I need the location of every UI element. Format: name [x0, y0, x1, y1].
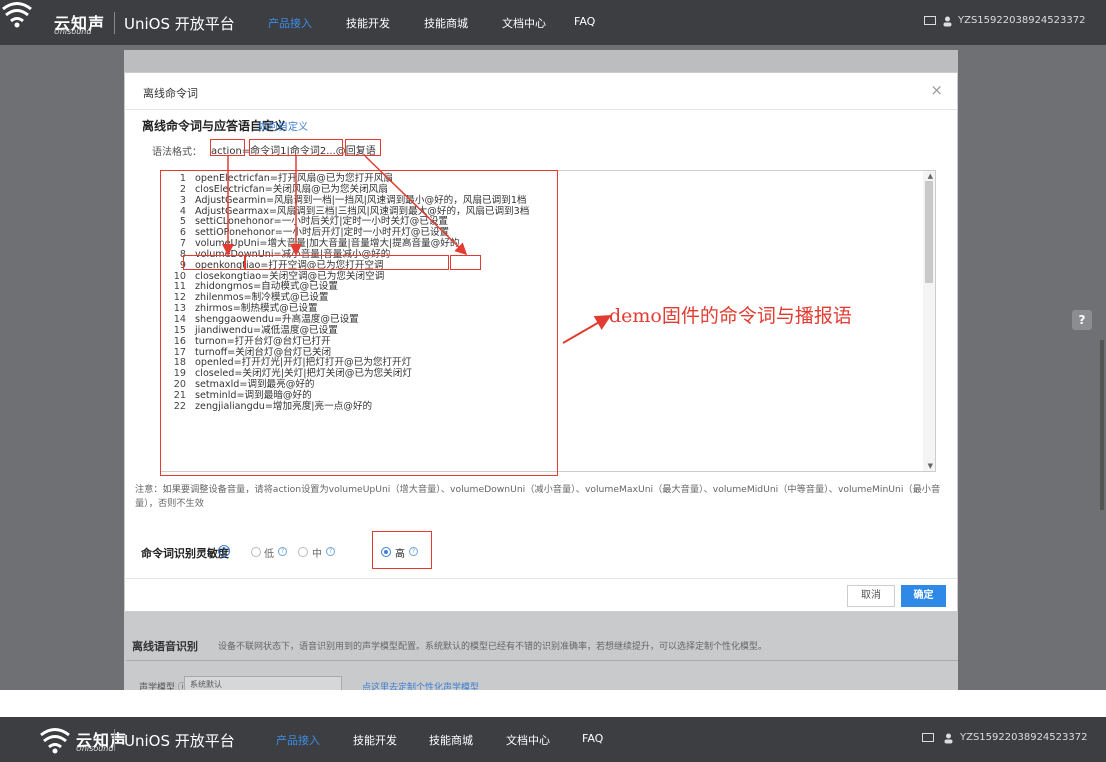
logo-subtext-2: Unisound [76, 744, 114, 753]
nav-item-skill-store-2[interactable]: 技能商城 [429, 732, 473, 748]
nav-item-skill-store[interactable]: 技能商城 [424, 15, 468, 31]
nav-item-product-access-2[interactable]: 产品接入 [276, 732, 320, 748]
platform-title-2[interactable]: UniOS 开放平台 [124, 730, 235, 751]
user-icon-2 [944, 733, 953, 744]
syntax-label: 语法格式： [152, 147, 202, 158]
page-scrollbar[interactable] [1100, 340, 1104, 510]
confirm-button[interactable]: 确定 [901, 585, 946, 607]
user-account-2[interactable]: YZS15922038924523372 [960, 732, 1087, 743]
dialog-footer-divider [125, 578, 957, 579]
help-button[interactable]: ? [1072, 310, 1092, 330]
nav-item-faq-2[interactable]: FAQ [582, 732, 603, 745]
scroll-thumb[interactable] [925, 181, 933, 283]
page-gap [0, 690, 1106, 717]
offline-asr-title: 离线语音识别 [132, 640, 198, 653]
radio-low[interactable] [251, 547, 261, 557]
dialog-title: 离线命令词 [143, 87, 198, 100]
nav-item-skill-dev[interactable]: 技能开发 [346, 15, 390, 31]
highlight-commands [249, 139, 343, 156]
how-to-customize-link[interactable]: 如何自定义 [258, 118, 308, 133]
nav-item-faq[interactable]: FAQ [574, 15, 595, 28]
dialog-divider [125, 109, 957, 110]
close-icon[interactable]: × [930, 81, 943, 99]
platform-title[interactable]: UniOS 开放平台 [124, 13, 235, 34]
highlight-action [210, 139, 245, 156]
top-nav-bar: 云知声 Unisound UniOS 开放平台 产品接入 技能开发 技能商城 文… [0, 0, 1106, 45]
highlight-code-block [160, 170, 558, 476]
highlight-volumeupuni [183, 255, 245, 270]
mail-icon[interactable] [924, 16, 936, 25]
volume-note: 注意：如果要调整设备音量，请将action设置为volumeUpUni（增大音量… [135, 484, 941, 509]
mail-icon-2[interactable] [922, 733, 934, 742]
offline-asr-description: 设备不联网状态下，语音识别用到的声学模型配置。系统默认的模型已经有不错的识别准确… [218, 642, 768, 652]
highlight-reply [345, 139, 381, 156]
user-icon [943, 16, 952, 27]
nav-item-docs-2[interactable]: 文档中心 [506, 732, 550, 748]
radio-low-label[interactable]: 低 [264, 545, 274, 560]
editor-scrollbar[interactable]: ▲ ▼ [923, 171, 935, 471]
low-help-icon[interactable]: ? [278, 547, 287, 556]
cancel-button[interactable]: 取消 [847, 585, 895, 607]
background-card [124, 50, 958, 72]
bottom-nav-bar: 云知声 Unisound UniOS 开放平台 产品接入 技能开发 技能商城 文… [0, 717, 1106, 762]
sensitivity-title: 命令词识别灵敏度 [141, 547, 229, 560]
nav-item-product-access[interactable]: 产品接入 [268, 15, 312, 31]
highlight-high-sensitivity [372, 531, 432, 569]
scroll-down-icon[interactable]: ▼ [928, 462, 933, 470]
unisound-logo-icon [2, 2, 32, 28]
highlight-volume-commands [245, 255, 449, 270]
mid-help-icon[interactable]: ? [326, 547, 335, 556]
radio-mid-label[interactable]: 中 [312, 545, 322, 560]
scroll-up-icon[interactable]: ▲ [928, 172, 933, 180]
radio-mid[interactable] [298, 547, 308, 557]
highlight-volume-reply [450, 255, 481, 270]
nav-divider [114, 12, 115, 34]
nav-item-skill-dev-2[interactable]: 技能开发 [353, 732, 397, 748]
nav-divider-2 [114, 729, 115, 751]
sensitivity-help-icon[interactable]: ? [218, 545, 230, 557]
nav-item-docs[interactable]: 文档中心 [502, 15, 546, 31]
user-account[interactable]: YZS15922038924523372 [958, 15, 1085, 26]
annotation-text: demo固件的命令词与播报语 [609, 305, 852, 327]
offline-command-dialog: 离线命令词 × 离线命令词与应答语自定义 如何自定义 语法格式： action=… [124, 72, 958, 612]
unisound-logo-icon-2 [40, 728, 70, 754]
logo-subtext: Unisound [54, 27, 92, 36]
